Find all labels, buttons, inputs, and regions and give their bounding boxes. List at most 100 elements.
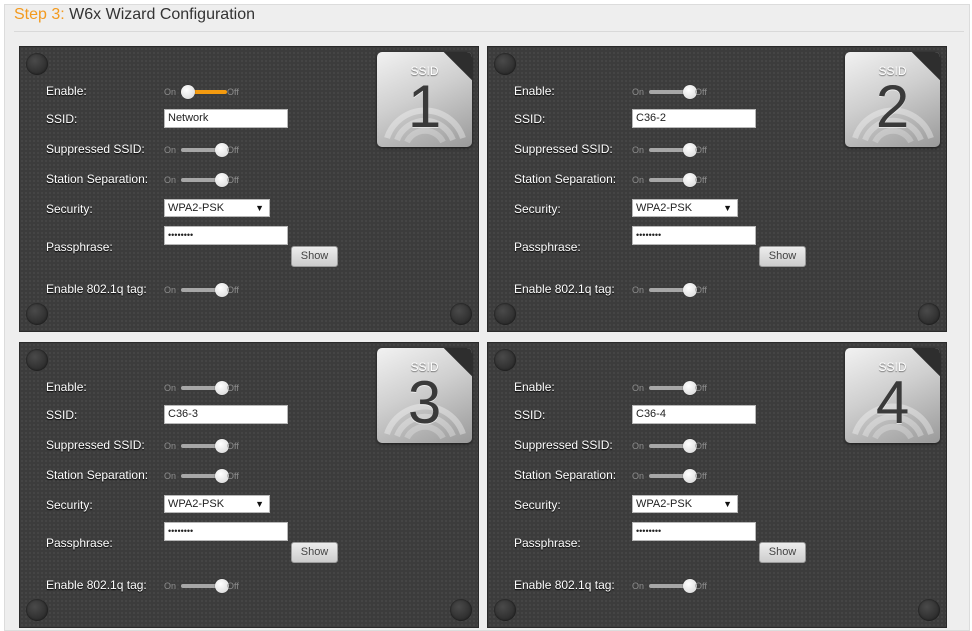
- enable-label: Enable:: [46, 84, 87, 98]
- ssid-input[interactable]: C36-3: [164, 405, 288, 424]
- suppressed-label: Suppressed SSID:: [46, 142, 145, 156]
- security-value: WPA2-PSK: [636, 498, 693, 510]
- toggle-off-label: Off: [695, 383, 707, 393]
- ssid-panel-2: SSID 2 Enable: On Off SSID: C36-2 Suppre…: [487, 46, 947, 332]
- toggle-on-label: On: [164, 145, 177, 155]
- show-passphrase-button[interactable]: Show: [291, 246, 338, 267]
- tag-toggle[interactable]: On Off: [632, 283, 722, 297]
- screw-icon: [494, 599, 516, 621]
- enable-label: Enable:: [514, 380, 555, 394]
- passphrase-input[interactable]: ••••••••: [164, 522, 288, 541]
- toggle-on-label: On: [632, 145, 645, 155]
- show-passphrase-button[interactable]: Show: [291, 542, 338, 563]
- security-value: WPA2-PSK: [168, 498, 225, 510]
- security-select[interactable]: WPA2-PSK ▼: [632, 199, 738, 217]
- show-passphrase-button[interactable]: Show: [759, 542, 806, 563]
- screw-icon: [494, 349, 516, 371]
- separation-label: Station Separation:: [46, 468, 149, 482]
- separation-toggle[interactable]: On Off: [632, 469, 722, 483]
- screw-icon: [26, 303, 48, 325]
- toggle-on-label: On: [164, 87, 177, 97]
- tag-label: Enable 802.1q tag:: [46, 282, 147, 296]
- tag-label: Enable 802.1q tag:: [46, 578, 147, 592]
- triangle-down-icon: ▼: [255, 499, 264, 509]
- toggle-on-label: On: [164, 581, 177, 591]
- separation-toggle[interactable]: On Off: [164, 173, 254, 187]
- screw-icon: [26, 349, 48, 371]
- tag-label: Enable 802.1q tag:: [514, 282, 615, 296]
- toggle-on-label: On: [632, 175, 645, 185]
- suppressed-label: Suppressed SSID:: [514, 142, 613, 156]
- screw-icon: [450, 303, 472, 325]
- suppressed-toggle[interactable]: On Off: [632, 143, 722, 157]
- badge-number: 1: [407, 73, 442, 140]
- toggle-knob[interactable]: [181, 85, 195, 99]
- toggle-off-label: Off: [695, 441, 707, 451]
- toggle-off-label: Off: [695, 87, 707, 97]
- screw-icon: [450, 599, 472, 621]
- suppressed-toggle[interactable]: On Off: [632, 439, 722, 453]
- toggle-on-label: On: [632, 441, 645, 451]
- separation-label: Station Separation:: [514, 468, 617, 482]
- security-label: Security:: [46, 202, 93, 216]
- suppressed-toggle[interactable]: On Off: [164, 439, 254, 453]
- toggle-off-label: Off: [227, 383, 239, 393]
- triangle-down-icon: ▼: [723, 499, 732, 509]
- badge-number: 4: [875, 369, 910, 436]
- enable-toggle[interactable]: On Off: [164, 381, 254, 395]
- screw-icon: [918, 599, 940, 621]
- wizard-title: W6x Wizard Configuration: [69, 6, 255, 23]
- enable-toggle[interactable]: On Off: [632, 85, 722, 99]
- security-select[interactable]: WPA2-PSK ▼: [164, 495, 270, 513]
- security-label: Security:: [46, 498, 93, 512]
- triangle-down-icon: ▼: [255, 203, 264, 213]
- separation-label: Station Separation:: [46, 172, 149, 186]
- tag-toggle[interactable]: On Off: [164, 283, 254, 297]
- suppressed-label: Suppressed SSID:: [514, 438, 613, 452]
- security-select[interactable]: WPA2-PSK ▼: [164, 199, 270, 217]
- toggle-off-label: Off: [227, 285, 239, 295]
- toggle-on-label: On: [632, 285, 645, 295]
- show-passphrase-button[interactable]: Show: [759, 246, 806, 267]
- ssid-label: SSID:: [46, 408, 78, 422]
- passphrase-input[interactable]: ••••••••: [632, 522, 756, 541]
- toggle-on-label: On: [632, 581, 645, 591]
- toggle-on-label: On: [164, 175, 177, 185]
- toggle-off-label: Off: [695, 175, 707, 185]
- ssid-badge: SSID 2: [845, 52, 940, 147]
- security-select[interactable]: WPA2-PSK ▼: [632, 495, 738, 513]
- ssid-input[interactable]: C36-4: [632, 405, 756, 424]
- suppressed-toggle[interactable]: On Off: [164, 143, 254, 157]
- tag-toggle[interactable]: On Off: [164, 579, 254, 593]
- step-label: Step 3:: [14, 6, 65, 23]
- ssid-label: SSID:: [46, 112, 78, 126]
- separation-label: Station Separation:: [514, 172, 617, 186]
- security-label: Security:: [514, 202, 561, 216]
- toggle-off-label: Off: [227, 441, 239, 451]
- enable-label: Enable:: [514, 84, 555, 98]
- toggle-off-label: Off: [227, 175, 239, 185]
- screw-icon: [918, 303, 940, 325]
- badge-number: 3: [407, 369, 442, 436]
- enable-toggle[interactable]: On Off: [164, 85, 254, 99]
- ssid-panel-1: SSID 1 Enable: On Off SSID: Network Supp…: [19, 46, 479, 332]
- suppressed-label: Suppressed SSID:: [46, 438, 145, 452]
- ssid-input[interactable]: C36-2: [632, 109, 756, 128]
- separation-toggle[interactable]: On Off: [632, 173, 722, 187]
- ssid-input[interactable]: Network: [164, 109, 288, 128]
- enable-toggle[interactable]: On Off: [632, 381, 722, 395]
- tag-toggle[interactable]: On Off: [632, 579, 722, 593]
- tag-label: Enable 802.1q tag:: [514, 578, 615, 592]
- screw-icon: [26, 599, 48, 621]
- separation-toggle[interactable]: On Off: [164, 469, 254, 483]
- screw-icon: [494, 53, 516, 75]
- security-label: Security:: [514, 498, 561, 512]
- passphrase-input[interactable]: ••••••••: [632, 226, 756, 245]
- toggle-on-label: On: [164, 441, 177, 451]
- toggle-on-label: On: [164, 285, 177, 295]
- passphrase-label: Passphrase:: [514, 536, 581, 550]
- passphrase-input[interactable]: ••••••••: [164, 226, 288, 245]
- toggle-off-label: Off: [695, 471, 707, 481]
- toggle-off-label: Off: [695, 285, 707, 295]
- toggle-on-label: On: [164, 383, 177, 393]
